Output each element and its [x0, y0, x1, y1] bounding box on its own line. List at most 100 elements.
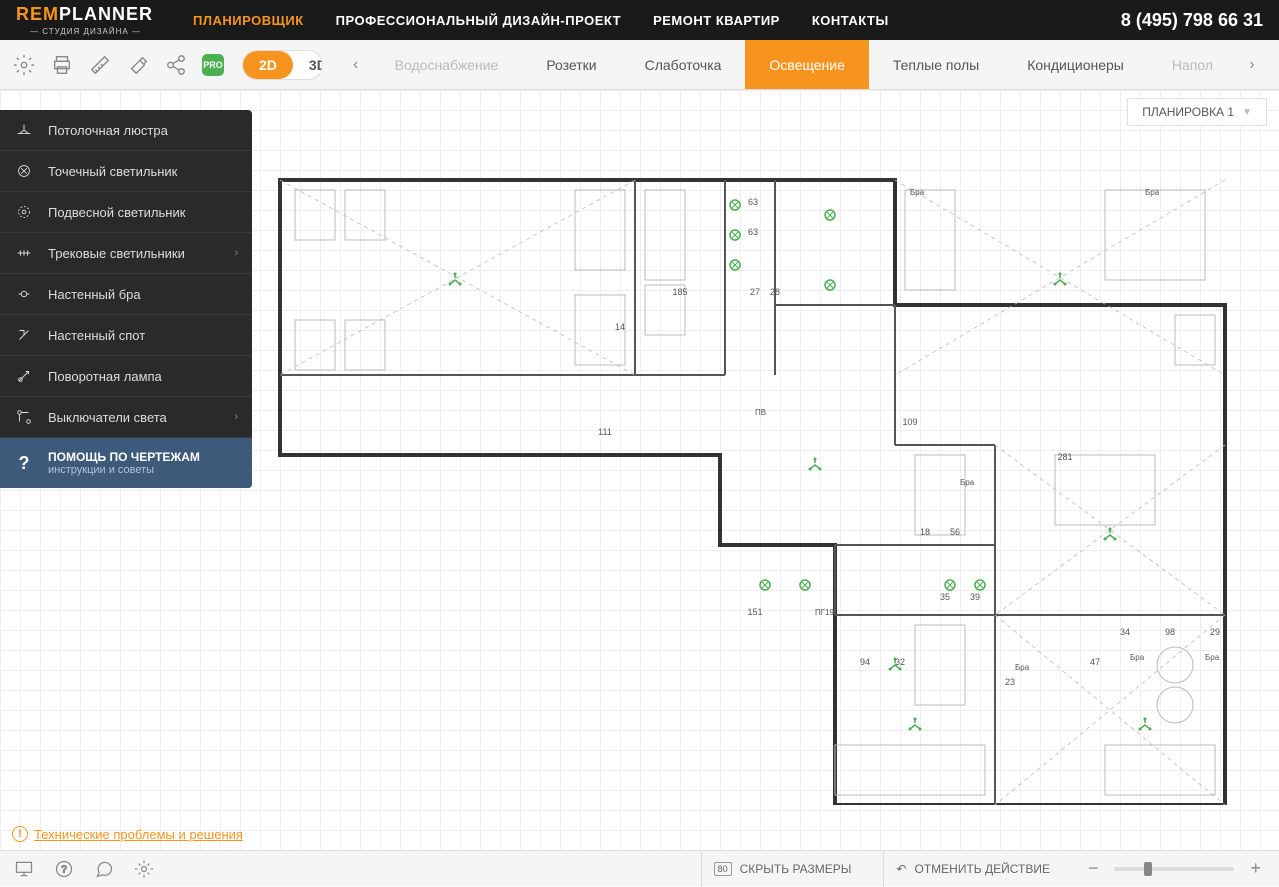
- panel-wallspot[interactable]: Настенный спот: [0, 315, 252, 356]
- nav-repair[interactable]: РЕМОНТ КВАРТИР: [653, 13, 780, 28]
- dim: 63: [748, 197, 758, 207]
- tech-problems-link[interactable]: Технические проблемы и решения: [34, 827, 243, 842]
- zoom-slider[interactable]: [1114, 867, 1234, 871]
- monitor-icon[interactable]: [12, 857, 36, 881]
- top-header: REMPLANNER — СТУДИЯ ДИЗАЙНА — ПЛАНИРОВЩИ…: [0, 0, 1279, 40]
- tab-list: Водоснабжение Розетки Слаботочка Освещен…: [371, 40, 1237, 89]
- panel-help[interactable]: ? ПОМОЩЬ ПО ЧЕРТЕЖАМ инструкции и советы: [0, 438, 252, 488]
- zoom-control: − +: [1082, 858, 1267, 879]
- zoom-handle[interactable]: [1144, 862, 1152, 876]
- dim: 47: [1090, 657, 1100, 667]
- view-toggle: 2D 3D: [242, 50, 323, 80]
- chat-icon[interactable]: [92, 857, 116, 881]
- bottom-right: 80 СКРЫТЬ РАЗМЕРЫ ↶ ОТМЕНИТЬ ДЕЙСТВИЕ − …: [701, 851, 1267, 887]
- hide-sizes-label: СКРЫТЬ РАЗМЕРЫ: [740, 862, 852, 876]
- dim: 151: [747, 607, 762, 617]
- hide-sizes-button[interactable]: 80 СКРЫТЬ РАЗМЕРЫ: [701, 851, 864, 887]
- nav-design[interactable]: ПРОФЕССИОНАЛЬНЫЙ ДИЗАЙН-ПРОЕКТ: [336, 13, 621, 28]
- pro-badge[interactable]: PRO: [202, 54, 224, 76]
- tab-heating[interactable]: Теплые полы: [869, 40, 1003, 89]
- dim: 281: [1057, 452, 1072, 462]
- undo-label: ОТМЕНИТЬ ДЕЙСТВИЕ: [914, 862, 1049, 876]
- sconce-icon: [14, 284, 34, 304]
- panel-track[interactable]: Трековые светильники ›: [0, 233, 252, 274]
- view-3d-button[interactable]: 3D: [293, 51, 323, 79]
- fp-label: Бра: [960, 478, 975, 487]
- fp-label: Бра: [1015, 663, 1030, 672]
- panel-label: Трековые светильники: [48, 246, 234, 261]
- tab-ac[interactable]: Кондиционеры: [1003, 40, 1148, 89]
- tab-prev-icon[interactable]: ‹: [341, 40, 371, 89]
- nav-planner[interactable]: ПЛАНИРОВЩИК: [193, 13, 304, 28]
- settings-icon[interactable]: [12, 53, 36, 77]
- view-2d-button[interactable]: 2D: [243, 51, 293, 79]
- dim: 109: [902, 417, 917, 427]
- plan-selector[interactable]: ПЛАНИРОВКА 1 ▼: [1127, 98, 1267, 126]
- spotlight-icon: [14, 161, 34, 181]
- panel-spotlight[interactable]: Точечный светильник: [0, 151, 252, 192]
- wallspot-icon: [14, 325, 34, 345]
- undo-button[interactable]: ↶ ОТМЕНИТЬ ДЕЙСТВИЕ: [883, 851, 1062, 887]
- tab-nav: ‹ Водоснабжение Розетки Слаботочка Освещ…: [341, 40, 1267, 89]
- dim: 14: [615, 322, 625, 332]
- tab-water[interactable]: Водоснабжение: [371, 40, 523, 89]
- panel-switch[interactable]: Выключатели света ›: [0, 397, 252, 438]
- tab-lowcurrent[interactable]: Слаботочка: [621, 40, 746, 89]
- fp-label: Бра: [1205, 653, 1220, 662]
- bottom-bar: ? 80 СКРЫТЬ РАЗМЕРЫ ↶ ОТМЕНИТЬ ДЕЙСТВИЕ …: [0, 850, 1279, 886]
- toolbar: PRO 2D 3D ‹ Водоснабжение Розетки Слабот…: [0, 40, 1279, 90]
- zoom-in-button[interactable]: +: [1244, 858, 1267, 879]
- dim: 29: [1210, 627, 1220, 637]
- zoom-out-button[interactable]: −: [1082, 858, 1105, 879]
- dim: 39: [970, 592, 980, 602]
- panel-rotating[interactable]: Поворотная лампа: [0, 356, 252, 397]
- panel-label: Точечный светильник: [48, 164, 238, 179]
- tech-link: ! Технические проблемы и решения: [12, 826, 243, 842]
- panel-label: Выключатели света: [48, 410, 234, 425]
- fp-label: ПВ: [755, 408, 766, 417]
- gear-icon[interactable]: [132, 857, 156, 881]
- share-icon[interactable]: [164, 53, 188, 77]
- fp-label: Бра: [910, 188, 925, 197]
- panel-label: Поворотная лампа: [48, 369, 238, 384]
- help-title: ПОМОЩЬ ПО ЧЕРТЕЖАМ: [48, 450, 200, 464]
- badge: 80: [714, 862, 732, 876]
- track-icon: [14, 243, 34, 263]
- panel-label: Настенный бра: [48, 287, 238, 302]
- dim: 98: [1165, 627, 1175, 637]
- logo-subtitle: — СТУДИЯ ДИЗАЙНА —: [30, 27, 141, 36]
- tools-icon[interactable]: [126, 53, 150, 77]
- logo[interactable]: REMPLANNER — СТУДИЯ ДИЗАЙНА —: [16, 4, 153, 36]
- bottom-left: ?: [12, 857, 156, 881]
- panel-chandelier[interactable]: Потолочная люстра: [0, 110, 252, 151]
- dim: 185: [672, 287, 687, 297]
- tab-sockets[interactable]: Розетки: [522, 40, 620, 89]
- logo-rem: REM: [16, 4, 59, 24]
- dim: 32: [895, 657, 905, 667]
- phone-number[interactable]: 8 (495) 798 66 31: [1121, 10, 1263, 31]
- tool-icons: PRO: [12, 53, 224, 77]
- panel-label: Настенный спот: [48, 328, 238, 343]
- switch-icon: [14, 407, 34, 427]
- tab-next-icon[interactable]: ›: [1237, 40, 1267, 89]
- fp-label: ПГ19: [815, 608, 835, 617]
- chevron-down-icon: ▼: [1242, 107, 1252, 118]
- panel-pendant[interactable]: Подвесной светильник: [0, 192, 252, 233]
- warning-icon: !: [12, 826, 28, 842]
- ruler-icon[interactable]: [88, 53, 112, 77]
- logo-planner: PLANNER: [59, 4, 153, 24]
- workspace[interactable]: ПЛАНИРОВКА 1 ▼ Потолочная люстра Точечны…: [0, 90, 1279, 850]
- main-nav: ПЛАНИРОВЩИК ПРОФЕССИОНАЛЬНЫЙ ДИЗАЙН-ПРОЕ…: [193, 13, 1121, 28]
- nav-contacts[interactable]: КОНТАКТЫ: [812, 13, 889, 28]
- chandelier-icon: [14, 120, 34, 140]
- panel-sconce[interactable]: Настенный бра: [0, 274, 252, 315]
- tab-floor[interactable]: Напол: [1148, 40, 1237, 89]
- svg-text:?: ?: [61, 864, 67, 875]
- dim: 23: [1005, 677, 1015, 687]
- print-icon[interactable]: [50, 53, 74, 77]
- dim: 111: [598, 427, 612, 437]
- help-icon[interactable]: ?: [52, 857, 76, 881]
- undo-icon: ↶: [896, 862, 906, 876]
- tab-lighting[interactable]: Освещение: [745, 40, 868, 89]
- floorplan-canvas[interactable]: 125 233 75 63 63 185 27 28 14 111 109 28…: [275, 165, 1235, 805]
